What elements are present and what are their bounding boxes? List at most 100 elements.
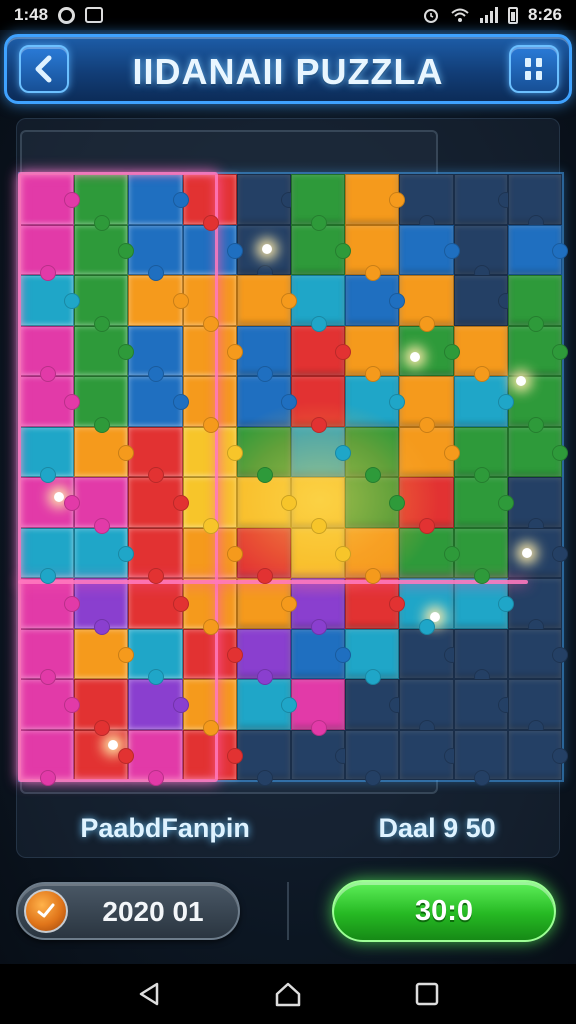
puzzle-piece[interactable] — [128, 325, 183, 382]
puzzle-piece[interactable] — [453, 628, 508, 685]
puzzle-piece[interactable] — [399, 628, 460, 679]
puzzle-piece[interactable] — [236, 325, 291, 382]
puzzle-piece[interactable] — [507, 325, 569, 376]
puzzle-piece[interactable] — [507, 729, 569, 780]
puzzle-piece[interactable] — [182, 325, 244, 376]
score-button[interactable]: 30:0 — [332, 880, 556, 942]
puzzle-piece[interactable] — [182, 628, 244, 679]
puzzle-piece[interactable] — [74, 174, 129, 230]
puzzle-piece[interactable] — [507, 628, 569, 679]
nav-home-button[interactable] — [268, 974, 308, 1014]
puzzle-piece[interactable] — [20, 426, 75, 483]
puzzle-piece[interactable] — [345, 527, 400, 584]
puzzle-piece[interactable] — [453, 729, 508, 786]
puzzle-piece[interactable] — [345, 174, 406, 225]
puzzle-piece[interactable] — [20, 578, 81, 629]
puzzle-piece[interactable] — [453, 376, 515, 427]
puzzle-piece[interactable] — [507, 376, 562, 432]
puzzle-piece[interactable] — [291, 527, 352, 578]
puzzle-piece[interactable] — [20, 376, 81, 427]
puzzle-piece[interactable] — [291, 376, 346, 432]
puzzle-piece[interactable] — [74, 325, 135, 376]
puzzle-piece[interactable] — [128, 275, 189, 326]
puzzle-piece[interactable] — [345, 376, 406, 427]
puzzle-piece[interactable] — [399, 224, 460, 275]
puzzle-piece[interactable] — [128, 477, 189, 528]
puzzle-piece[interactable] — [128, 174, 189, 225]
puzzle-piece[interactable] — [399, 527, 460, 578]
menu-button[interactable] — [509, 45, 559, 93]
puzzle-piece[interactable] — [345, 275, 406, 326]
puzzle-piece[interactable] — [182, 275, 237, 331]
puzzle-piece[interactable] — [128, 628, 183, 685]
puzzle-piece[interactable] — [236, 477, 298, 528]
puzzle-piece[interactable] — [20, 477, 81, 528]
puzzle-piece[interactable] — [453, 578, 515, 629]
back-button[interactable] — [19, 45, 69, 93]
puzzle-piece[interactable] — [399, 174, 454, 230]
puzzle-piece[interactable] — [128, 578, 189, 629]
puzzle-piece[interactable] — [291, 275, 346, 331]
puzzle-piece[interactable] — [236, 729, 291, 786]
puzzle-piece[interactable] — [236, 578, 298, 629]
puzzle-piece[interactable] — [182, 477, 237, 533]
puzzle-piece[interactable] — [345, 679, 406, 730]
puzzle-piece[interactable] — [182, 729, 244, 780]
puzzle-piece[interactable] — [291, 325, 352, 376]
puzzle-piece[interactable] — [507, 477, 562, 533]
puzzle-piece[interactable] — [453, 224, 508, 281]
puzzle-piece[interactable] — [128, 376, 189, 427]
puzzle-piece[interactable] — [74, 426, 135, 477]
puzzle-piece[interactable] — [507, 679, 562, 735]
puzzle-piece[interactable] — [399, 679, 454, 735]
puzzle-piece[interactable] — [399, 477, 454, 533]
puzzle-piece[interactable] — [182, 527, 244, 578]
puzzle-piece[interactable] — [236, 275, 298, 326]
puzzle-piece[interactable] — [236, 628, 291, 685]
puzzle-piece[interactable] — [453, 325, 508, 382]
puzzle-piece[interactable] — [20, 628, 75, 685]
puzzle-piece[interactable] — [507, 275, 562, 331]
puzzle-piece[interactable] — [128, 527, 183, 584]
puzzle-piece[interactable] — [182, 376, 237, 432]
puzzle-piece[interactable] — [399, 729, 460, 780]
puzzle-piece[interactable] — [236, 679, 298, 730]
puzzle-piece[interactable] — [291, 628, 352, 679]
puzzle-piece[interactable] — [20, 325, 75, 382]
puzzle-piece[interactable] — [20, 729, 75, 786]
puzzle-piece[interactable] — [74, 275, 129, 331]
puzzle-piece[interactable] — [74, 729, 135, 780]
puzzle-piece[interactable] — [20, 275, 81, 326]
puzzle-piece[interactable] — [182, 224, 244, 275]
puzzle-piece[interactable] — [453, 527, 508, 584]
puzzle-piece[interactable] — [74, 376, 129, 432]
puzzle-piece[interactable] — [453, 426, 508, 483]
puzzle-piece[interactable] — [453, 174, 515, 225]
puzzle-piece[interactable] — [507, 426, 569, 477]
puzzle-piece[interactable] — [128, 426, 183, 483]
nav-back-button[interactable] — [129, 974, 169, 1014]
puzzle-piece[interactable] — [74, 679, 129, 735]
puzzle-piece[interactable] — [399, 578, 454, 634]
puzzle-piece[interactable] — [453, 477, 515, 528]
puzzle-piece[interactable] — [128, 224, 183, 281]
puzzle-piece[interactable] — [291, 174, 346, 230]
puzzle-piece[interactable] — [74, 477, 129, 533]
puzzle-piece[interactable] — [345, 578, 406, 629]
puzzle-piece[interactable] — [399, 325, 460, 376]
puzzle-piece[interactable] — [291, 224, 352, 275]
puzzle-piece[interactable] — [345, 628, 400, 685]
puzzle-piece[interactable] — [236, 527, 291, 584]
puzzle-piece[interactable] — [453, 679, 515, 730]
puzzle-piece[interactable] — [291, 426, 352, 477]
puzzle-piece[interactable] — [236, 376, 298, 427]
puzzle-board[interactable] — [18, 172, 569, 786]
puzzle-piece[interactable] — [345, 729, 400, 786]
puzzle-piece[interactable] — [291, 729, 352, 780]
puzzle-piece[interactable] — [345, 325, 400, 382]
puzzle-piece[interactable] — [236, 174, 298, 225]
puzzle-piece[interactable] — [399, 275, 454, 331]
puzzle-piece[interactable] — [291, 578, 346, 634]
puzzle-piece[interactable] — [399, 426, 460, 477]
puzzle-piece[interactable] — [291, 477, 346, 533]
